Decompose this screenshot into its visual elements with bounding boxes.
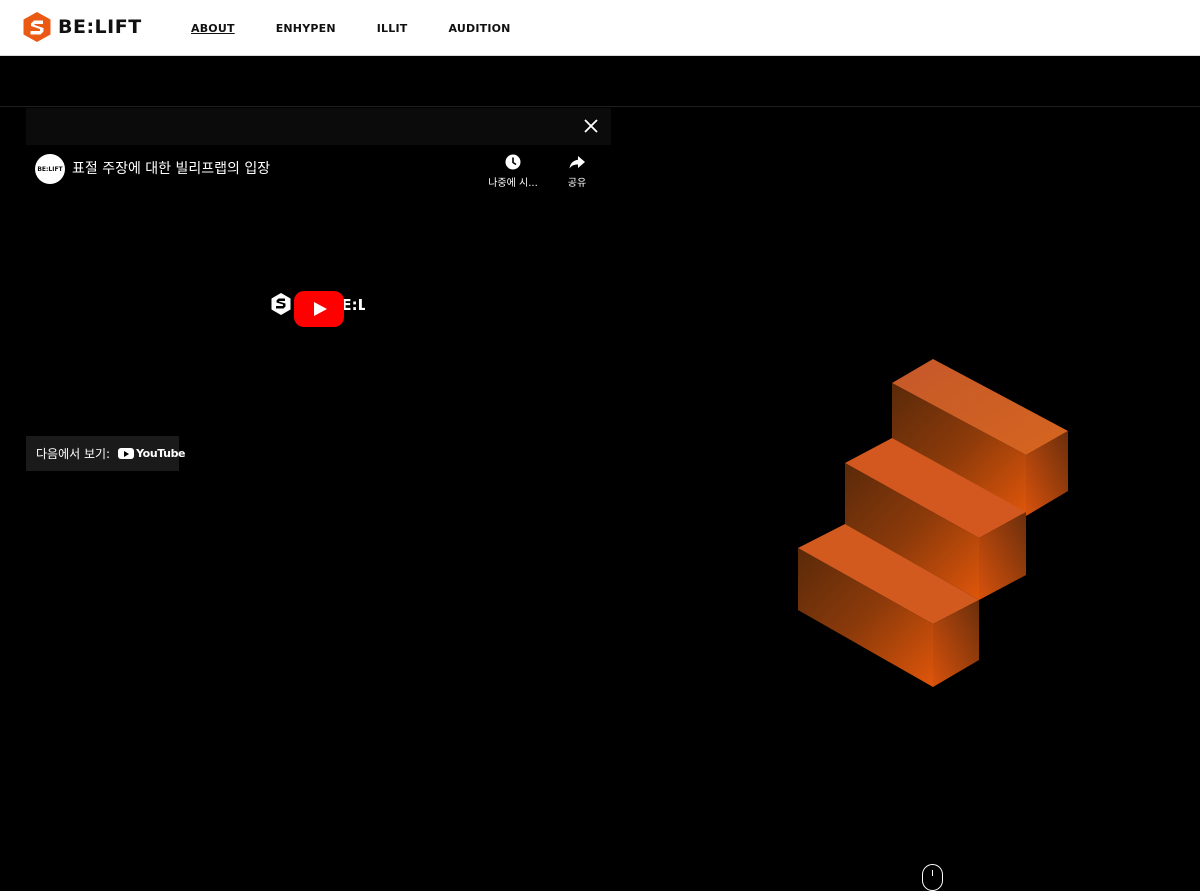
clock-icon (505, 154, 521, 170)
close-icon[interactable] (581, 116, 601, 136)
watch-later-label: 나중에 시... (488, 178, 538, 189)
channel-avatar-text: BE:LIFT (37, 165, 63, 173)
belift-logo-icon (23, 12, 51, 42)
main-nav: ABOUT ENHYPEN ILLIT AUDITION (191, 0, 552, 56)
youtube-embed[interactable]: BE:LIFT 표절 주장에 대한 빌리프랩의 입장 나중에 시... 공유 B… (26, 108, 611, 508)
share-label: 공유 (567, 178, 587, 189)
youtube-logo-icon: YouTube (118, 447, 186, 460)
video-title[interactable]: 표절 주장에 대한 빌리프랩의 입장 (72, 158, 270, 178)
brand-logo[interactable]: BE:LIFT (22, 11, 142, 43)
site-header: BE:LIFT ABOUT ENHYPEN ILLIT AUDITION (0, 0, 1200, 56)
staircase-illustration (798, 359, 1068, 687)
brand-name: BE:LIFT (58, 16, 142, 38)
share-icon (569, 156, 585, 169)
nav-item-audition[interactable]: AUDITION (448, 22, 510, 35)
watch-on-youtube-button[interactable]: 다음에서 보기: YouTube (26, 436, 186, 471)
watch-later-button[interactable]: 나중에 시... (478, 153, 548, 189)
nav-item-about[interactable]: ABOUT (191, 22, 235, 35)
video-top-bar (26, 108, 611, 145)
nav-item-enhypen[interactable]: ENHYPEN (276, 22, 336, 35)
youtube-wordmark: YouTube (136, 447, 186, 460)
mouse-scroll-icon[interactable] (922, 864, 943, 891)
share-button[interactable]: 공유 (542, 153, 612, 189)
watch-on-label: 다음에서 보기: (36, 447, 111, 461)
nav-item-illit[interactable]: ILLIT (377, 22, 408, 35)
sub-header-bar (0, 57, 1200, 107)
channel-avatar[interactable]: BE:LIFT (35, 154, 65, 184)
play-button[interactable] (294, 291, 344, 327)
